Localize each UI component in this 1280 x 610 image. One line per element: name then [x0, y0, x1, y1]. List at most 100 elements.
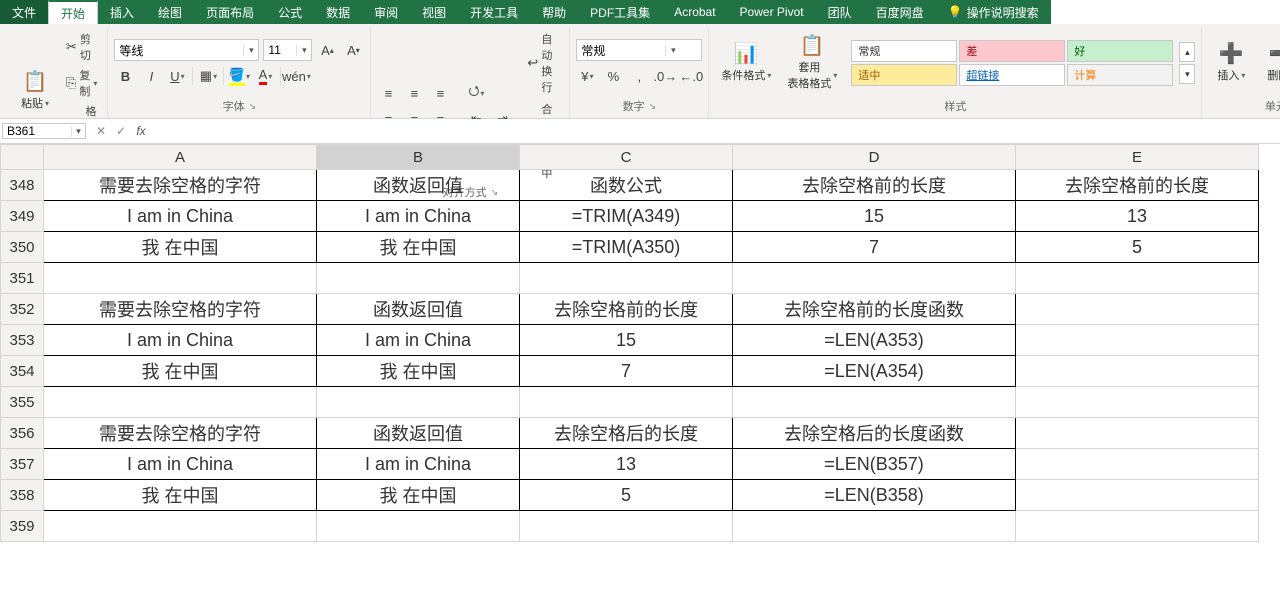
enter-formula-button[interactable]: ✓ — [112, 124, 130, 138]
col-header-C[interactable]: C — [520, 145, 733, 170]
chevron-down-icon[interactable]: ▾ — [243, 45, 258, 56]
cell[interactable]: 我 在中国 — [44, 480, 317, 511]
formula-input[interactable] — [156, 121, 1280, 141]
row-header[interactable]: 350 — [1, 232, 44, 263]
number-launcher[interactable]: ↘ — [649, 101, 657, 112]
cell[interactable]: 需要去除空格的字符 — [44, 418, 317, 449]
cell[interactable]: =LEN(A354) — [733, 356, 1016, 387]
cell[interactable]: 7 — [733, 232, 1016, 263]
style-normal[interactable]: 常规 — [851, 40, 957, 62]
name-box[interactable]: ▾ — [2, 123, 86, 139]
cell[interactable] — [1016, 263, 1259, 294]
font-size-combo[interactable]: ▾ — [263, 39, 312, 61]
paste-button[interactable]: 📋 粘贴▾ — [12, 69, 58, 113]
tab-视图[interactable]: 视图 — [410, 0, 458, 24]
border-button[interactable]: ▦▾ — [197, 65, 219, 87]
cell[interactable]: I am in China — [44, 201, 317, 232]
cell[interactable]: I am in China — [44, 449, 317, 480]
cell[interactable] — [1016, 449, 1259, 480]
tab-帮助[interactable]: 帮助 — [530, 0, 578, 24]
cell[interactable]: =TRIM(A350) — [520, 232, 733, 263]
tab-插入[interactable]: 插入 — [98, 0, 146, 24]
cell[interactable]: =LEN(A353) — [733, 325, 1016, 356]
cell[interactable]: 函数返回值 — [317, 418, 520, 449]
row-header[interactable]: 354 — [1, 356, 44, 387]
row-header[interactable]: 351 — [1, 263, 44, 294]
tab-Acrobat[interactable]: Acrobat — [662, 0, 727, 24]
percent-button[interactable]: % — [602, 65, 624, 87]
cell[interactable] — [44, 387, 317, 418]
cell[interactable] — [520, 511, 733, 542]
cell[interactable] — [733, 263, 1016, 294]
cell[interactable]: =LEN(B358) — [733, 480, 1016, 511]
cell[interactable]: I am in China — [317, 201, 520, 232]
cell[interactable] — [1016, 356, 1259, 387]
insert-cells-button[interactable]: ➕插入▾ — [1208, 41, 1254, 85]
cell[interactable]: 15 — [733, 201, 1016, 232]
cell[interactable] — [1016, 418, 1259, 449]
font-name-input[interactable] — [115, 41, 243, 59]
accounting-format-button[interactable]: ¥▾ — [576, 65, 598, 87]
spreadsheet-grid[interactable]: ABCDE348需要去除空格的字符函数返回值函数公式去除空格前的长度去除空格前的… — [0, 144, 1280, 610]
col-header-B[interactable]: B — [317, 145, 520, 170]
align-middle-button[interactable]: ≡ — [403, 82, 425, 104]
tab-公式[interactable]: 公式 — [266, 0, 314, 24]
cell[interactable]: 5 — [1016, 232, 1259, 263]
tab-绘图[interactable]: 绘图 — [146, 0, 194, 24]
cell[interactable]: I am in China — [44, 325, 317, 356]
style-good[interactable]: 好 — [1067, 40, 1173, 62]
increase-decimal-button[interactable]: .0→ — [654, 65, 676, 87]
tab-file[interactable]: 文件 — [0, 0, 48, 24]
cell[interactable] — [1016, 480, 1259, 511]
tab-开发工具[interactable]: 开发工具 — [458, 0, 530, 24]
cell[interactable] — [1016, 387, 1259, 418]
cell[interactable]: 13 — [1016, 201, 1259, 232]
cell[interactable]: 去除空格前的长度函数 — [733, 294, 1016, 325]
row-header[interactable]: 355 — [1, 387, 44, 418]
cell[interactable] — [317, 263, 520, 294]
align-top-button[interactable]: ≡ — [377, 82, 399, 104]
tab-数据[interactable]: 数据 — [314, 0, 362, 24]
tab-审阅[interactable]: 审阅 — [362, 0, 410, 24]
name-box-input[interactable] — [3, 124, 71, 138]
conditional-format-button[interactable]: 📊 条件格式▾ — [715, 41, 777, 85]
cell[interactable]: 5 — [520, 480, 733, 511]
tab-百度网盘[interactable]: 百度网盘 — [864, 0, 936, 24]
comma-button[interactable]: , — [628, 65, 650, 87]
tab-开始[interactable]: 开始 — [48, 0, 98, 24]
cell[interactable]: 我 在中国 — [44, 232, 317, 263]
bold-button[interactable]: B — [114, 65, 136, 87]
fill-color-button[interactable]: 🪣▾ — [228, 65, 250, 87]
decrease-decimal-button[interactable]: ←.0 — [680, 65, 702, 87]
wrap-text-button[interactable]: ↩自动换行 — [523, 30, 563, 96]
tab-tell-me[interactable]: 💡 操作说明搜索 — [936, 0, 1051, 24]
cell[interactable] — [733, 387, 1016, 418]
row-header[interactable]: 357 — [1, 449, 44, 480]
cell[interactable]: =TRIM(A349) — [520, 201, 733, 232]
cell[interactable] — [1016, 294, 1259, 325]
copy-button[interactable]: ⎘复制▾ — [62, 66, 101, 100]
font-color-button[interactable]: A▾ — [254, 65, 276, 87]
cell[interactable] — [520, 387, 733, 418]
cancel-formula-button[interactable]: ✕ — [92, 124, 110, 138]
chevron-down-icon[interactable]: ▾ — [71, 126, 85, 137]
row-header[interactable]: 358 — [1, 480, 44, 511]
increase-font-button[interactable]: A▴ — [316, 39, 338, 61]
cell[interactable]: 我 在中国 — [317, 480, 520, 511]
col-header-A[interactable]: A — [44, 145, 317, 170]
row-header[interactable]: 349 — [1, 201, 44, 232]
row-header[interactable]: 359 — [1, 511, 44, 542]
cell[interactable]: 13 — [520, 449, 733, 480]
cell[interactable] — [520, 263, 733, 294]
underline-button[interactable]: U▾ — [166, 65, 188, 87]
tab-PDF工具集[interactable]: PDF工具集 — [578, 0, 662, 24]
cell[interactable]: 我 在中国 — [317, 356, 520, 387]
cell[interactable] — [44, 511, 317, 542]
italic-button[interactable]: I — [140, 65, 162, 87]
cell[interactable] — [44, 263, 317, 294]
tab-团队[interactable]: 团队 — [816, 0, 864, 24]
cell[interactable] — [733, 511, 1016, 542]
cell[interactable]: 我 在中国 — [44, 356, 317, 387]
cell[interactable]: 需要去除空格的字符 — [44, 294, 317, 325]
align-bottom-button[interactable]: ≡ — [429, 82, 451, 104]
